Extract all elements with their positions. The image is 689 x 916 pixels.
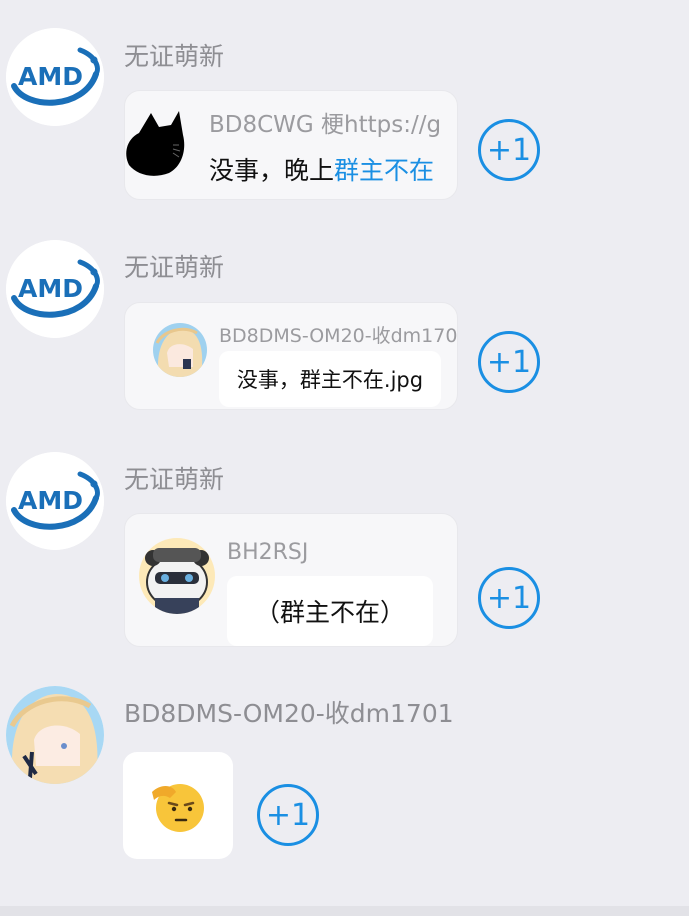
reply-text: 没事，群主不在.jpg xyxy=(219,351,441,407)
sender-name: 无证萌新 xyxy=(124,253,225,282)
message-4: BD8DMS-OM20-收dm1701 +1 xyxy=(0,668,689,906)
reply-text: 没事，晚上群主不在 xyxy=(209,151,457,187)
reply-card[interactable]: BD8DMS-OM20-收dm1701 没事，群主不在.jpg xyxy=(124,302,458,410)
plus-one-button[interactable]: +1 xyxy=(257,784,319,846)
avatar-amd-logo[interactable]: AMD xyxy=(6,28,104,126)
message-1: AMD 无证萌新 BD8CWG 梗https://g 没事，晚上群主不在 +1 xyxy=(0,0,689,210)
panda-avatar xyxy=(139,538,215,614)
reply-author: BD8CWG 梗https://g xyxy=(209,112,442,138)
amd-logo-text: AMD xyxy=(18,274,83,303)
avatar-amd-logo[interactable]: AMD xyxy=(6,452,104,550)
reply-card[interactable]: BD8CWG 梗https://g 没事，晚上群主不在 xyxy=(124,90,458,200)
input-area-divider xyxy=(0,906,689,916)
black-cat-avatar xyxy=(125,105,187,177)
sender-name: 无证萌新 xyxy=(124,42,225,71)
sender-name: BD8DMS-OM20-收dm1701 xyxy=(124,699,454,728)
salute-emoji-icon xyxy=(152,783,204,832)
plus-one-button[interactable]: +1 xyxy=(478,331,540,393)
anime-girl-avatar xyxy=(153,323,207,377)
reply-text: （群主不在） xyxy=(227,576,433,646)
reply-text-plain: 没事，晚上 xyxy=(209,156,335,185)
reply-card[interactable]: BH2RSJ （群主不在） xyxy=(124,513,458,647)
chat-history: AMD 无证萌新 BD8CWG 梗https://g 没事，晚上群主不在 +1 xyxy=(0,0,689,916)
sender-name: 无证萌新 xyxy=(124,465,225,494)
plus-one-button[interactable]: +1 xyxy=(478,567,540,629)
avatar-amd-logo[interactable]: AMD xyxy=(6,240,104,338)
amd-logo-text: AMD xyxy=(18,62,83,91)
reply-author: BD8DMS-OM20-收dm1701 xyxy=(219,325,458,347)
message-2: AMD 无证萌新 BD8DMS-OM20-收dm1701 没事，群主不在.jpg… xyxy=(0,210,689,422)
reply-author: BH2RSJ xyxy=(227,540,309,565)
reply-text-link[interactable]: 群主不在 xyxy=(334,156,434,185)
avatar-anime-girl[interactable] xyxy=(6,686,104,784)
emoji-message[interactable] xyxy=(123,752,233,859)
message-3: AMD 无证萌新 BH2RSJ （群主不在） +1 xyxy=(0,422,689,668)
amd-logo-text: AMD xyxy=(18,486,83,515)
plus-one-button[interactable]: +1 xyxy=(478,119,540,181)
